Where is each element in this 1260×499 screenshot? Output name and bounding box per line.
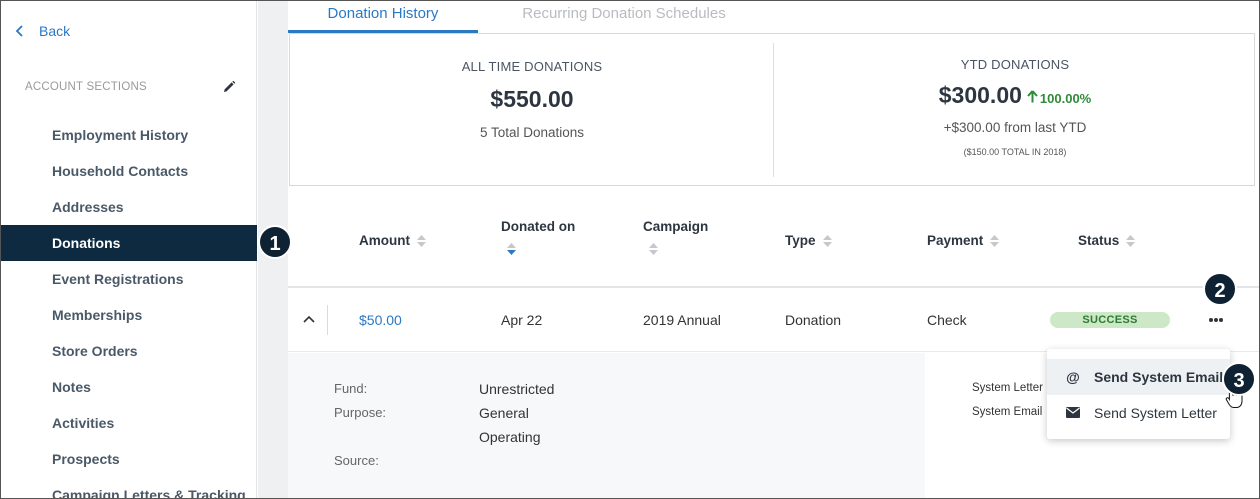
main-content: Donation History Recurring Donation Sche… (288, 1, 1259, 498)
tab-bar: Donation History Recurring Donation Sche… (288, 1, 1259, 33)
donation-payment: Check (927, 312, 967, 328)
all-time-amount: $550.00 (490, 86, 574, 112)
tab-donation-history[interactable]: Donation History (288, 1, 478, 33)
fund-value: Unrestricted (479, 381, 555, 397)
sort-icon (1126, 234, 1136, 247)
sidebar-item-employment-history[interactable]: Employment History (1, 117, 257, 153)
purpose-value-line-2: Operating (479, 429, 541, 445)
sidebar-item-donations[interactable]: Donations (1, 225, 257, 261)
app-window: Back ACCOUNT SECTIONS Employment History… (0, 0, 1260, 499)
column-header-campaign[interactable]: Campaign (643, 219, 708, 255)
purpose-label: Purpose: (334, 405, 387, 420)
menu-item-label: Send System Email (1094, 369, 1224, 385)
donation-campaign: 2019 Annual (643, 312, 721, 328)
donation-amount-link[interactable]: $50.00 (359, 312, 402, 328)
more-options-icon[interactable] (1208, 317, 1224, 323)
sidebar-item-campaign-letters[interactable]: Campaign Letters & Tracking (1, 477, 257, 498)
sidebar-item-household-contacts[interactable]: Household Contacts (1, 153, 257, 189)
pencil-icon[interactable] (222, 80, 236, 94)
back-link[interactable]: Back (15, 23, 70, 39)
envelope-icon (1065, 405, 1081, 421)
column-header-type[interactable]: Type (785, 233, 832, 248)
sidebar-nav: Employment History Household Contacts Ad… (1, 117, 257, 498)
sort-icon (649, 243, 658, 255)
donation-type: Donation (785, 312, 842, 328)
sidebar-item-addresses[interactable]: Addresses (1, 189, 257, 225)
column-label-payment: Payment (927, 233, 984, 248)
all-time-summary: ALL TIME DONATIONS $550.00 5 Total Donat… (290, 34, 774, 187)
sidebar: Back ACCOUNT SECTIONS Employment History… (1, 1, 257, 498)
sort-icon (417, 234, 426, 247)
sidebar-item-notes[interactable]: Notes (1, 369, 257, 405)
ytd-summary: YTD DONATIONS $300.00 100.00% +$300.00 f… (774, 34, 1256, 187)
menu-item-label: Send System Letter (1094, 405, 1217, 421)
callout-marker-1: 1 (258, 225, 292, 259)
sort-icon (822, 234, 832, 247)
account-sections-label: ACCOUNT SECTIONS (25, 81, 147, 93)
sidebar-item-memberships[interactable]: Memberships (1, 297, 257, 333)
status-badge: SUCCESS (1050, 312, 1170, 328)
column-label-campaign: Campaign (643, 219, 709, 234)
ytd-change-text: +$300.00 from last YTD (943, 120, 1087, 135)
sidebar-item-event-registrations[interactable]: Event Registrations (1, 261, 257, 297)
system-letter-label: System Letter (972, 382, 1043, 394)
purpose-value-line-1: General (479, 405, 529, 421)
menu-item-send-system-email[interactable]: @ Send System Email (1047, 359, 1230, 395)
back-label: Back (39, 23, 71, 39)
ytd-previous-total: ($150.00 TOTAL IN 2018) (963, 147, 1067, 157)
ytd-amount: $300.00 (938, 82, 1022, 108)
sidebar-item-store-orders[interactable]: Store Orders (1, 333, 257, 369)
column-label-status: Status (1078, 233, 1120, 248)
ytd-amount-row: $300.00 100.00% (774, 82, 1256, 109)
sort-icon (990, 234, 1000, 247)
column-header-status[interactable]: Status (1078, 233, 1136, 248)
at-icon: @ (1066, 369, 1080, 385)
column-header-payment[interactable]: Payment (927, 233, 1000, 248)
chevron-up-icon[interactable] (302, 314, 316, 324)
source-label: Source: (334, 453, 379, 468)
sort-descending-icon (507, 243, 516, 255)
sidebar-item-activities[interactable]: Activities (1, 405, 257, 441)
donation-date: Apr 22 (501, 312, 543, 328)
callout-marker-3: 3 (1222, 362, 1256, 396)
row-divider (327, 305, 328, 335)
menu-item-send-system-letter[interactable]: Send System Letter (1047, 395, 1230, 431)
table-row: $50.00 Apr 22 2019 Annual Donation Check… (288, 288, 1259, 352)
chevron-left-icon (15, 25, 23, 37)
callout-marker-2: 2 (1203, 272, 1237, 306)
sidebar-item-prospects[interactable]: Prospects (1, 441, 257, 477)
column-header-donated-on[interactable]: Donated on (501, 219, 575, 255)
column-header-amount[interactable]: Amount (359, 233, 426, 248)
column-label-donated-on: Donated on (501, 219, 576, 234)
ytd-label: YTD DONATIONS (960, 57, 1070, 72)
donation-summary: ALL TIME DONATIONS $550.00 5 Total Donat… (289, 33, 1255, 186)
total-donations-count: 5 Total Donations (479, 125, 585, 140)
column-label-type: Type (785, 233, 816, 248)
tab-recurring-donation-schedules[interactable]: Recurring Donation Schedules (488, 1, 760, 33)
arrow-up-icon (1027, 90, 1038, 103)
fund-label: Fund: (334, 381, 368, 396)
column-label-amount: Amount (359, 233, 410, 248)
row-actions-menu: @ Send System Email Send System Letter (1047, 349, 1230, 439)
system-email-label: System Email (972, 406, 1043, 418)
ytd-change-percent: 100.00% (1039, 91, 1092, 106)
table-header: Amount Donated on Campaign Type Payment … (288, 201, 1259, 287)
all-time-label: ALL TIME DONATIONS (461, 59, 603, 74)
